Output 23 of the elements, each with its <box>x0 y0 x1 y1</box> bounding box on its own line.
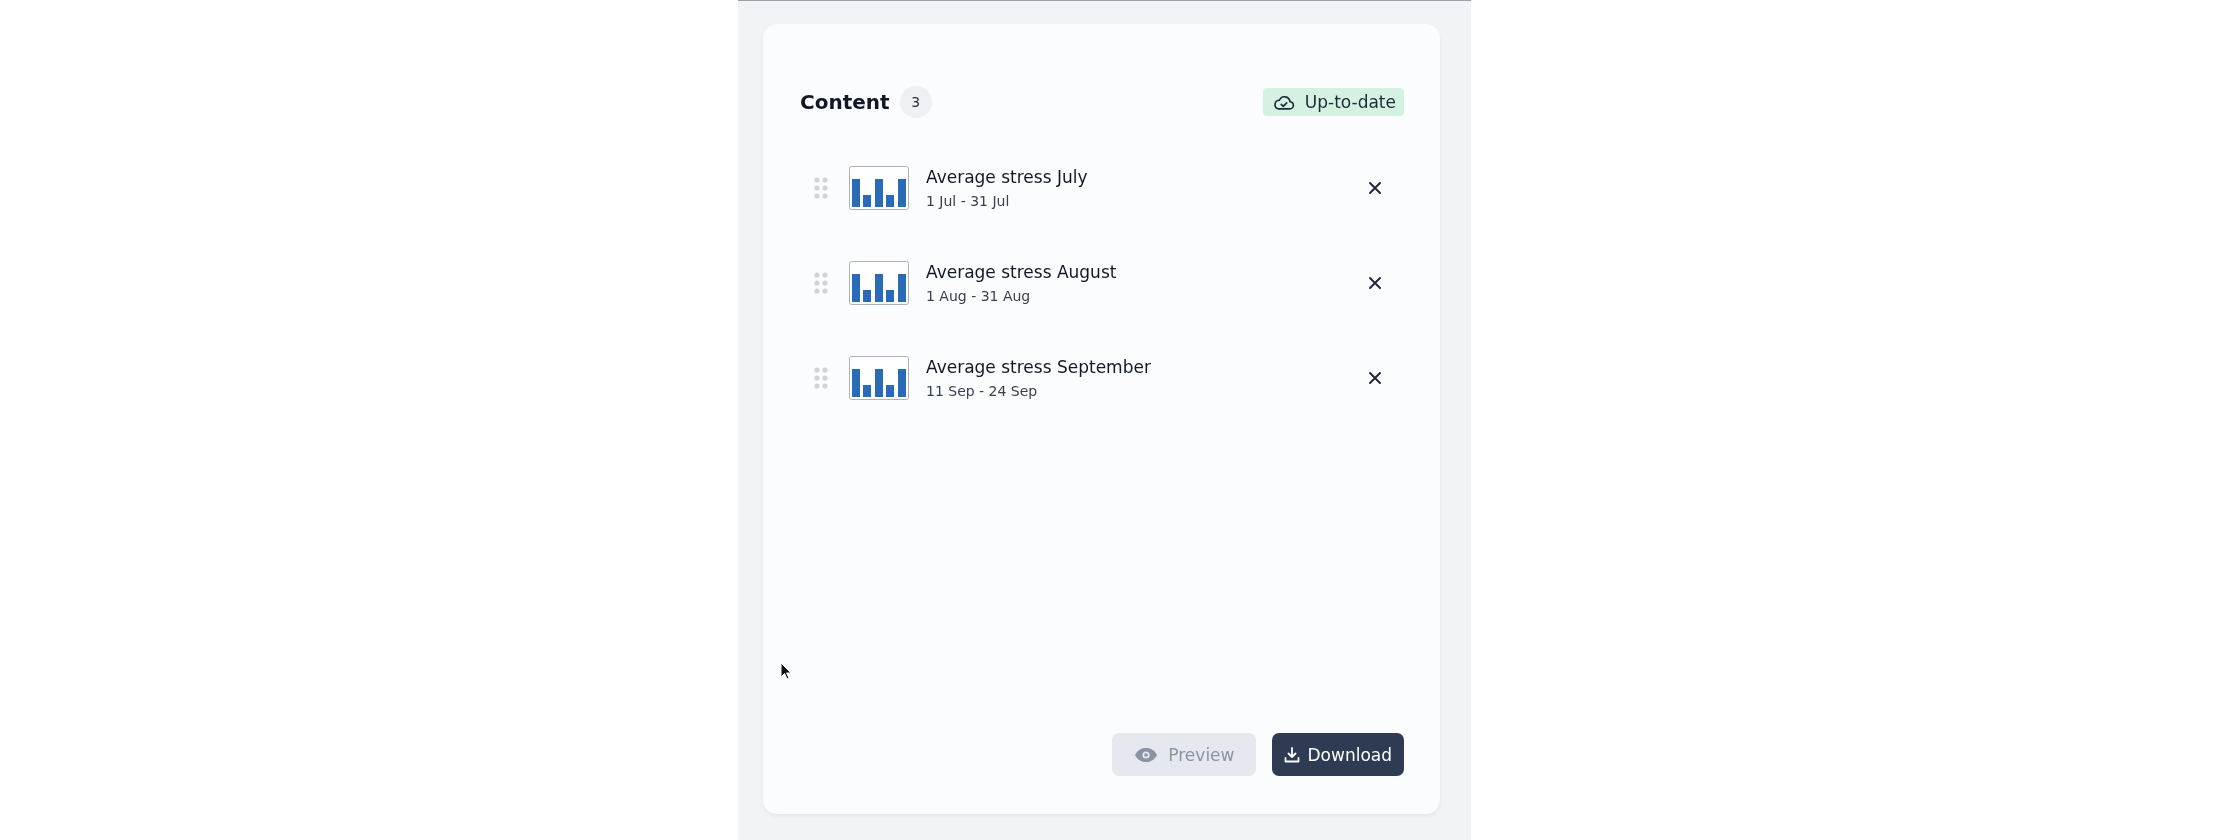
section-title: Content <box>800 90 890 114</box>
bar-chart-thumbnail <box>849 165 909 210</box>
download-icon <box>1284 746 1301 763</box>
close-icon[interactable] <box>1368 275 1382 290</box>
close-icon[interactable] <box>1368 180 1382 195</box>
bar-chart-thumbnail <box>849 260 909 305</box>
item-title: Average stress September <box>926 356 1152 377</box>
drag-handle-icon[interactable] <box>814 366 828 389</box>
count-badge: 3 <box>899 86 932 118</box>
drag-handle-icon[interactable] <box>814 271 828 294</box>
cursor-icon <box>780 662 792 680</box>
download-button[interactable]: Download <box>1272 733 1404 776</box>
date-range: 11 Sep - 24 Sep <box>926 382 1039 399</box>
cloud-check-icon <box>1272 93 1295 111</box>
bar-chart-thumbnail <box>849 355 909 400</box>
drag-handle-icon[interactable] <box>814 176 828 199</box>
item-title: Average stress July <box>926 166 1089 187</box>
status-badge: Up-to-date <box>1262 88 1404 116</box>
date-range: 1 Jul - 31 Jul <box>926 192 1011 209</box>
close-icon[interactable] <box>1368 370 1382 385</box>
date-range: 1 Aug - 31 Aug <box>926 287 1032 304</box>
eye-icon <box>1134 746 1159 763</box>
item-title: Average stress August <box>926 261 1118 282</box>
